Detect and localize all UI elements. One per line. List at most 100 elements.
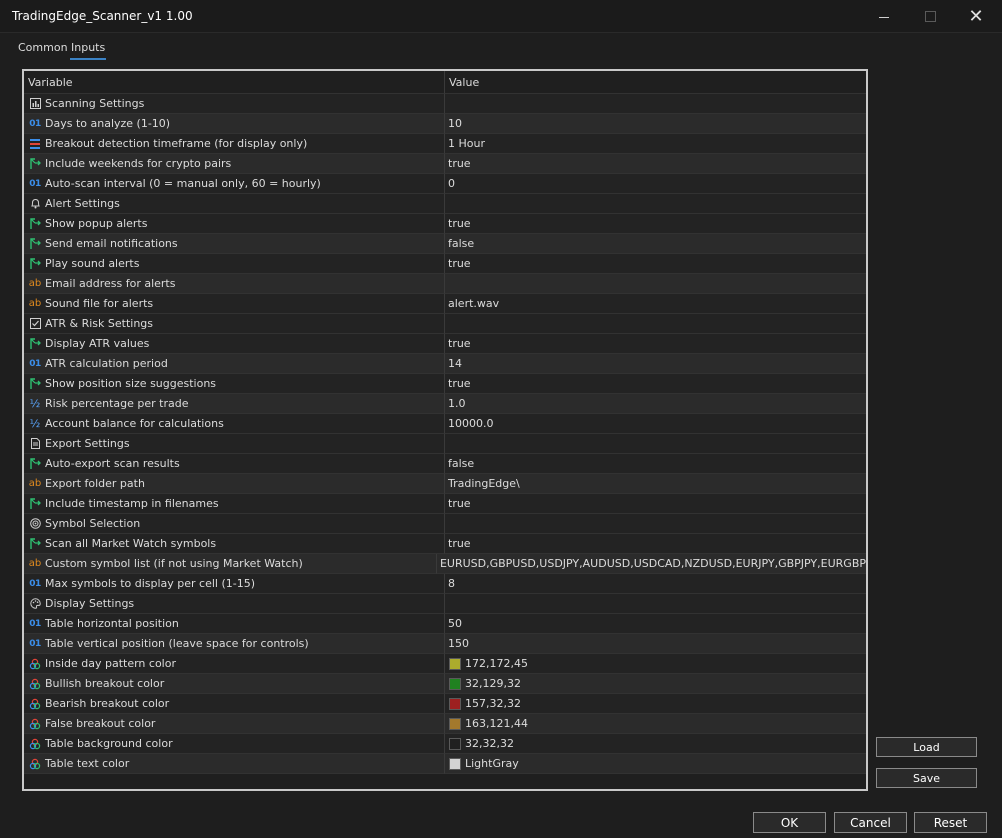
value-cell[interactable]: 10	[445, 114, 866, 134]
variable-label: Include timestamp in filenames	[45, 497, 219, 510]
tab-common[interactable]: Common	[17, 41, 69, 58]
color-swatch[interactable]	[449, 737, 461, 750]
color-swatch[interactable]	[449, 717, 461, 730]
parameter-row[interactable]: ½ Account balance for calculations 10000.0	[24, 414, 866, 434]
section-row[interactable]: Scanning Settings	[24, 94, 866, 114]
value-cell[interactable]: 50	[445, 614, 866, 634]
value-cell[interactable]: 172,172,45	[445, 654, 866, 674]
parameter-row[interactable]: Include timestamp in filenames true	[24, 494, 866, 514]
value-cell[interactable]: 8	[445, 574, 866, 594]
parameter-row[interactable]: Include weekends for crypto pairs true	[24, 154, 866, 174]
section-row[interactable]: ATR & Risk Settings	[24, 314, 866, 334]
parameter-row[interactable]: 01 Table vertical position (leave space f…	[24, 634, 866, 654]
variable-cell: Scan all Market Watch symbols	[24, 534, 445, 554]
parameter-row[interactable]: ab Custom symbol list (if not using Marke…	[24, 554, 866, 574]
value-cell[interactable]: TradingEdge\	[445, 474, 866, 494]
section-row[interactable]: Export Settings	[24, 434, 866, 454]
value-text: true	[448, 157, 471, 170]
value-text: 0	[448, 177, 455, 190]
parameter-row[interactable]: Table background color 32,32,32	[24, 734, 866, 754]
value-text: EURUSD,GBPUSD,USDJPY,AUDUSD,USDCAD,NZDUS…	[439, 557, 866, 570]
value-cell[interactable]: 32,129,32	[445, 674, 866, 694]
value-cell[interactable]: true	[445, 334, 866, 354]
load-button[interactable]: Load	[876, 737, 977, 757]
value-cell[interactable]: 32,32,32	[445, 734, 866, 754]
parameter-row[interactable]: False breakout color 163,121,44	[24, 714, 866, 734]
parameter-row[interactable]: Table text color LightGray	[24, 754, 866, 774]
variable-cell: Show position size suggestions	[24, 374, 445, 394]
variable-label: Risk percentage per trade	[45, 397, 189, 410]
parameter-row[interactable]: Show position size suggestions true	[24, 374, 866, 394]
variable-cell: Table background color	[24, 734, 445, 754]
value-cell[interactable]: true	[445, 214, 866, 234]
parameter-row[interactable]: ab Sound file for alerts alert.wav	[24, 294, 866, 314]
parameter-row[interactable]: Display ATR values true	[24, 334, 866, 354]
integer-icon: 01	[29, 638, 41, 649]
section-row[interactable]: Display Settings	[24, 594, 866, 614]
parameter-row[interactable]: 01 Max symbols to display per cell (1-15)…	[24, 574, 866, 594]
value-cell[interactable]	[445, 274, 866, 294]
parameter-row[interactable]: Scan all Market Watch symbols true	[24, 534, 866, 554]
value-text: true	[448, 257, 471, 270]
parameter-row[interactable]: 01 Table horizontal position 50	[24, 614, 866, 634]
value-text: 163,121,44	[465, 717, 528, 730]
cancel-button[interactable]: Cancel	[834, 812, 907, 833]
minimize-button[interactable]	[861, 0, 907, 32]
section-row[interactable]: Alert Settings	[24, 194, 866, 214]
reset-button[interactable]: Reset	[914, 812, 987, 833]
value-cell[interactable]: 1 Hour	[445, 134, 866, 154]
value-cell[interactable]: 0	[445, 174, 866, 194]
parameter-row[interactable]: ab Export folder path TradingEdge\	[24, 474, 866, 494]
maximize-button[interactable]	[907, 0, 953, 32]
color-swatch[interactable]	[449, 677, 461, 690]
tab-inputs[interactable]: Inputs	[70, 41, 107, 60]
column-header-variable[interactable]: Variable	[24, 71, 445, 94]
color-swatch[interactable]	[449, 657, 461, 670]
boolean-icon	[28, 457, 42, 471]
value-cell[interactable]: LightGray	[445, 754, 866, 774]
value-cell[interactable]: 163,121,44	[445, 714, 866, 734]
close-button[interactable]: ✕	[953, 0, 999, 32]
variable-label: Auto-scan interval (0 = manual only, 60 …	[45, 177, 321, 190]
parameter-row[interactable]: Auto-export scan results false	[24, 454, 866, 474]
value-cell[interactable]: 150	[445, 634, 866, 654]
value-cell[interactable]: true	[445, 374, 866, 394]
value-cell[interactable]: 1.0	[445, 394, 866, 414]
window-title: TradingEdge_Scanner_v1 1.00	[12, 9, 193, 23]
parameter-row[interactable]: Breakout detection timeframe (for displa…	[24, 134, 866, 154]
save-button[interactable]: Save	[876, 768, 977, 788]
color-icon	[28, 717, 42, 731]
ok-button[interactable]: OK	[753, 812, 826, 833]
value-cell[interactable]: true	[445, 154, 866, 174]
parameter-row[interactable]: 01 Days to analyze (1-10) 10	[24, 114, 866, 134]
parameter-row[interactable]: ½ Risk percentage per trade 1.0	[24, 394, 866, 414]
parameter-row[interactable]: Show popup alerts true	[24, 214, 866, 234]
variable-label: Send email notifications	[45, 237, 178, 250]
value-text: true	[448, 217, 471, 230]
value-cell[interactable]: true	[445, 534, 866, 554]
value-cell[interactable]: false	[445, 454, 866, 474]
value-text: 1 Hour	[448, 137, 485, 150]
value-cell[interactable]: 10000.0	[445, 414, 866, 434]
variable-label: Breakout detection timeframe (for displa…	[45, 137, 308, 150]
value-cell[interactable]: true	[445, 254, 866, 274]
parameter-row[interactable]: Play sound alerts true	[24, 254, 866, 274]
section-row[interactable]: Symbol Selection	[24, 514, 866, 534]
parameter-row[interactable]: Bullish breakout color 32,129,32	[24, 674, 866, 694]
parameter-row[interactable]: 01 Auto-scan interval (0 = manual only, 6…	[24, 174, 866, 194]
value-cell[interactable]: EURUSD,GBPUSD,USDJPY,AUDUSD,USDCAD,NZDUS…	[436, 554, 866, 574]
parameter-row[interactable]: Send email notifications false	[24, 234, 866, 254]
parameter-row[interactable]: Inside day pattern color 172,172,45	[24, 654, 866, 674]
parameter-row[interactable]: 01 ATR calculation period 14	[24, 354, 866, 374]
color-swatch[interactable]	[449, 697, 461, 710]
value-cell[interactable]: 14	[445, 354, 866, 374]
value-cell[interactable]: 157,32,32	[445, 694, 866, 714]
value-cell[interactable]: alert.wav	[445, 294, 866, 314]
value-cell[interactable]: false	[445, 234, 866, 254]
parameter-row[interactable]: ab Email address for alerts	[24, 274, 866, 294]
value-cell[interactable]: true	[445, 494, 866, 514]
inputs-grid: Variable Value Scanning Settings 01 Days t…	[22, 69, 868, 791]
parameter-row[interactable]: Bearish breakout color 157,32,32	[24, 694, 866, 714]
color-swatch[interactable]	[449, 757, 461, 770]
column-header-value[interactable]: Value	[445, 71, 866, 94]
